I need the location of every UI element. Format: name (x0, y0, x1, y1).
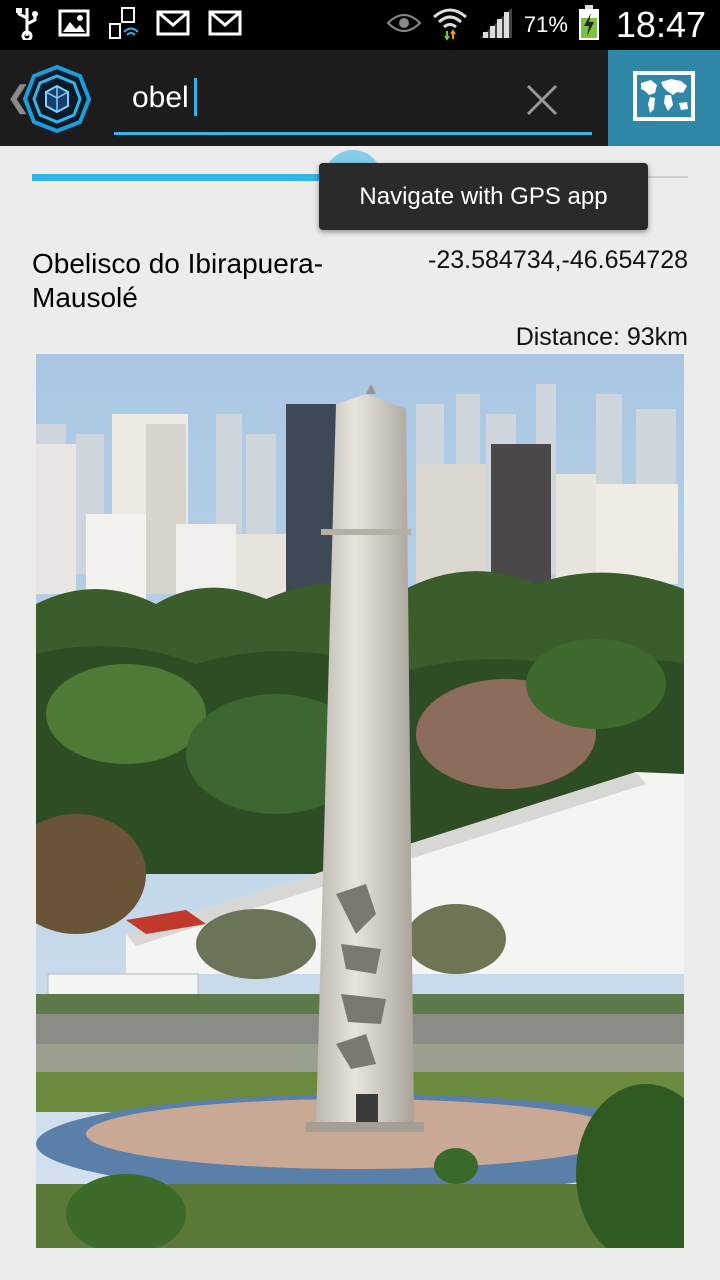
image-icon (58, 9, 90, 42)
search-input[interactable] (132, 76, 492, 120)
close-icon[interactable] (520, 78, 564, 122)
system-icons: 71% 18:47 (386, 0, 706, 50)
search-box[interactable] (114, 68, 592, 135)
gmail-icon (156, 10, 190, 41)
app-logo-icon[interactable] (22, 64, 92, 134)
signal-icon (478, 6, 514, 45)
usb-icon (14, 6, 40, 45)
place-distance: Distance: 93km (515, 323, 688, 351)
place-coordinates[interactable]: -23.584734,-46.654728 (390, 246, 688, 275)
battery-charging-icon (578, 4, 600, 46)
gmail-icon (208, 10, 242, 41)
place-photo[interactable] (36, 354, 684, 1248)
map-button[interactable] (608, 50, 720, 146)
phone-wifi-icon (108, 6, 139, 45)
text-cursor (194, 78, 197, 116)
action-bar: ❮ (0, 50, 720, 146)
world-map-icon (633, 70, 695, 126)
progress-fill (32, 174, 353, 181)
place-name: Obelisco do Ibirapuera-Mausolé (32, 248, 324, 313)
clock: 18:47 (615, 4, 706, 45)
battery-percent: 71% (523, 12, 568, 37)
eye-icon (386, 11, 422, 40)
status-bar: 71% 18:47 (0, 0, 720, 50)
gps-tooltip: Navigate with GPS app (319, 163, 648, 230)
notification-icons (14, 6, 242, 45)
wifi-icon (432, 5, 468, 46)
